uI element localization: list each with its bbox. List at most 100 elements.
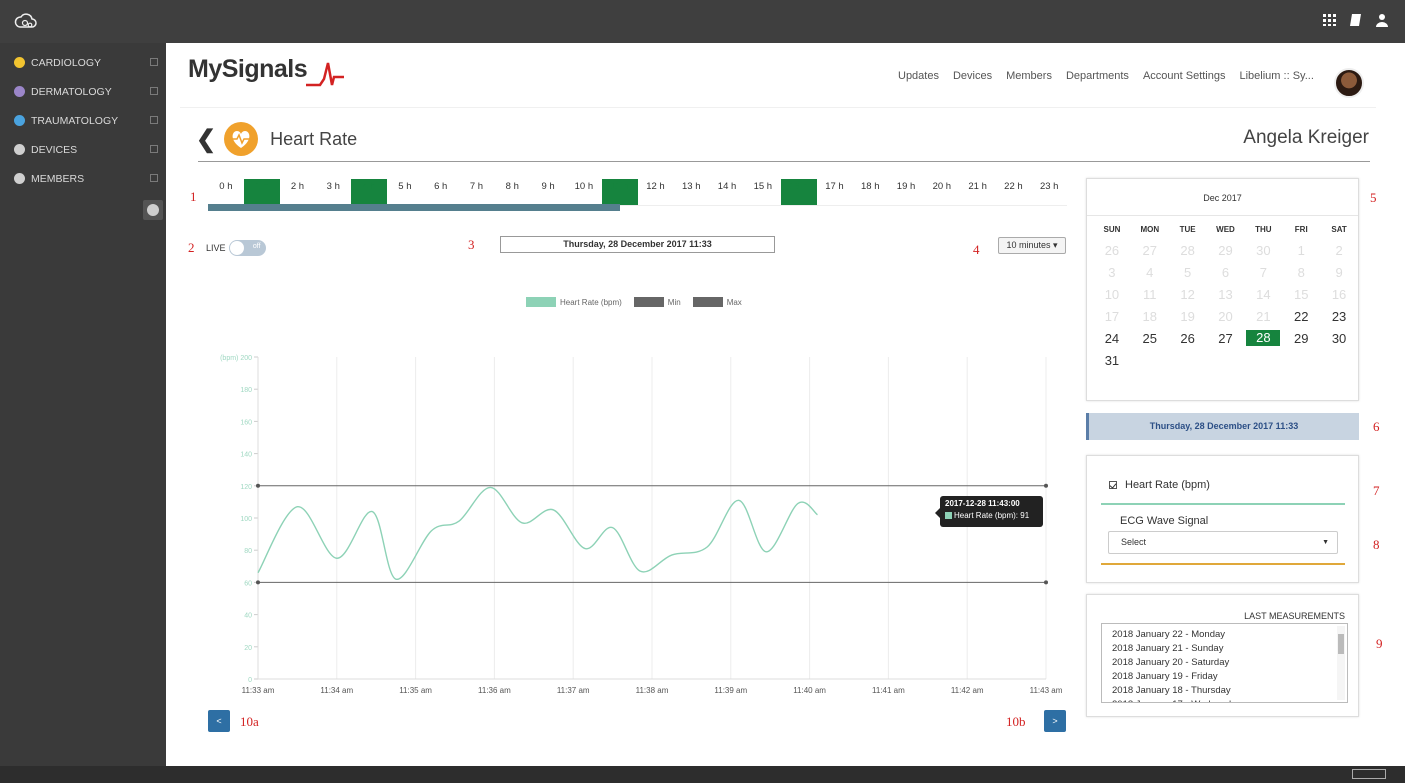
hour-cell[interactable]: 14 h xyxy=(709,179,745,205)
hour-cell[interactable]: 13 h xyxy=(673,179,709,205)
expand-icon[interactable] xyxy=(150,174,158,182)
calendar-day[interactable]: 8 xyxy=(1282,262,1320,284)
nav-link[interactable]: Account Settings xyxy=(1143,70,1226,82)
expand-icon[interactable] xyxy=(150,116,158,124)
datetime-field[interactable]: Thursday, 28 December 2017 11:33 xyxy=(500,236,775,253)
calendar-day[interactable]: 20 xyxy=(1207,306,1245,328)
calendar-day[interactable]: 9 xyxy=(1320,262,1358,284)
heart-rate-checkbox[interactable] xyxy=(1109,481,1117,489)
calendar-day[interactable]: 3 xyxy=(1093,262,1131,284)
expand-icon[interactable] xyxy=(150,58,158,66)
user-icon[interactable] xyxy=(1375,13,1389,27)
hour-cell[interactable]: 3 h xyxy=(315,179,351,205)
calendar-day[interactable]: 26 xyxy=(1169,328,1207,350)
calendar-day[interactable]: 27 xyxy=(1131,240,1169,262)
calendar-day[interactable]: 15 xyxy=(1282,284,1320,306)
expand-icon[interactable] xyxy=(150,87,158,95)
calendar-day[interactable]: 16 xyxy=(1320,284,1358,306)
calendar-day[interactable]: 30 xyxy=(1244,240,1282,262)
hour-cell[interactable]: 9 h xyxy=(530,179,566,205)
hour-cell[interactable]: 6 h xyxy=(423,179,459,205)
list-scrollbar[interactable] xyxy=(1337,626,1345,700)
calendar-day[interactable]: 4 xyxy=(1131,262,1169,284)
hour-cell[interactable]: 17 h xyxy=(817,179,853,205)
calendar-day[interactable]: 28 xyxy=(1169,240,1207,262)
sidebar-item-devices[interactable]: DEVICES xyxy=(0,135,166,164)
nav-link[interactable]: Members xyxy=(1006,70,1052,82)
next-page-button[interactable]: > xyxy=(1044,710,1066,732)
hour-cell[interactable]: 8 h xyxy=(494,179,530,205)
calendar-day[interactable]: 21 xyxy=(1244,306,1282,328)
sidebar-item-members[interactable]: MEMBERS xyxy=(0,164,166,193)
measurement-item[interactable]: 2018 January 19 - Friday xyxy=(1112,670,1347,684)
book-icon[interactable] xyxy=(1349,13,1363,27)
measurement-item[interactable]: 2018 January 21 - Sunday xyxy=(1112,642,1347,656)
calendar-day[interactable]: 2 xyxy=(1320,240,1358,262)
mysignals-logo[interactable]: MySignals xyxy=(188,55,344,87)
calendar-day[interactable]: 26 xyxy=(1093,240,1131,262)
hour-cell[interactable]: 12 h xyxy=(638,179,674,205)
calendar-day[interactable]: 5 xyxy=(1169,262,1207,284)
last-measurements-list[interactable]: 2018 January 22 - Monday 2018 January 21 … xyxy=(1101,623,1348,703)
calendar-day[interactable]: 1 xyxy=(1282,240,1320,262)
calendar-day[interactable]: 30 xyxy=(1320,328,1358,350)
cloud-logo-icon[interactable] xyxy=(14,10,38,32)
hour-cell[interactable]: 19 h xyxy=(888,179,924,205)
sidebar-item-cardiology[interactable]: CARDIOLOGY xyxy=(0,48,166,77)
interval-select[interactable]: 10 minutes ▾ xyxy=(998,237,1066,254)
calendar-day[interactable]: 23 xyxy=(1320,306,1358,328)
avatar[interactable] xyxy=(1334,68,1364,98)
calendar-day[interactable]: 29 xyxy=(1207,240,1245,262)
measurement-item[interactable]: 2018 January 20 - Saturday xyxy=(1112,656,1347,670)
ecg-select[interactable]: Select ▼ xyxy=(1108,531,1338,554)
calendar-day[interactable]: 7 xyxy=(1244,262,1282,284)
expand-icon[interactable] xyxy=(150,145,158,153)
calendar-day-selected[interactable]: 28 xyxy=(1246,330,1281,346)
hour-cell[interactable]: 21 h xyxy=(960,179,996,205)
back-chevron-icon[interactable]: ❮ xyxy=(196,125,216,154)
measurement-item[interactable]: 2018 January 17 - Wednesday xyxy=(1112,698,1347,702)
nav-link[interactable]: Devices xyxy=(953,70,992,82)
calendar-day[interactable]: 6 xyxy=(1207,262,1245,284)
calendar-day[interactable]: 24 xyxy=(1093,328,1131,350)
calendar-day[interactable]: 22 xyxy=(1282,306,1320,328)
hour-cell[interactable]: 4 h xyxy=(351,179,387,205)
heart-rate-option[interactable]: Heart Rate (bpm) xyxy=(1109,479,1210,491)
sidebar-item-traumatology[interactable]: TRAUMATOLOGY xyxy=(0,106,166,135)
hour-cell[interactable]: 11 h xyxy=(601,179,638,205)
sidebar-item-dermatology[interactable]: DERMATOLOGY xyxy=(0,77,166,106)
hour-cell[interactable]: 16 h xyxy=(780,179,817,205)
scrollbar-thumb[interactable] xyxy=(1338,634,1344,654)
calendar-day[interactable]: 17 xyxy=(1093,306,1131,328)
collapse-sidebar-button[interactable] xyxy=(143,200,163,220)
hour-cell[interactable]: 7 h xyxy=(459,179,495,205)
prev-page-button[interactable]: < xyxy=(208,710,230,732)
calendar-day[interactable]: 11 xyxy=(1131,284,1169,306)
calendar-day[interactable]: 25 xyxy=(1131,328,1169,350)
nav-link[interactable]: Updates xyxy=(898,70,939,82)
hour-cell[interactable]: 0 h xyxy=(208,179,244,205)
hour-cell[interactable]: 22 h xyxy=(996,179,1032,205)
calendar-day[interactable]: 27 xyxy=(1207,328,1245,350)
live-toggle[interactable]: off xyxy=(228,240,266,256)
calendar-day[interactable]: 29 xyxy=(1282,328,1320,350)
apps-grid-icon[interactable] xyxy=(1323,13,1337,27)
calendar-day[interactable]: 13 xyxy=(1207,284,1245,306)
hour-cell[interactable]: 2 h xyxy=(280,179,316,205)
hour-cell[interactable]: 20 h xyxy=(924,179,960,205)
calendar-day[interactable]: 31 xyxy=(1093,350,1131,372)
hour-cell[interactable]: 10 h xyxy=(566,179,602,205)
calendar-day[interactable]: 18 xyxy=(1131,306,1169,328)
hour-cell[interactable]: 5 h xyxy=(387,179,423,205)
calendar-day[interactable]: 14 xyxy=(1244,284,1282,306)
calendar-day[interactable]: 10 xyxy=(1093,284,1131,306)
measurement-item[interactable]: 2018 January 18 - Thursday xyxy=(1112,684,1347,698)
bottom-button[interactable] xyxy=(1352,769,1386,779)
nav-link[interactable]: Departments xyxy=(1066,70,1129,82)
measurement-item[interactable]: 2018 January 22 - Monday xyxy=(1112,628,1347,642)
nav-link[interactable]: Libelium :: Sy... xyxy=(1240,70,1314,82)
hour-cell[interactable]: 18 h xyxy=(852,179,888,205)
hour-cell[interactable]: 15 h xyxy=(745,179,781,205)
hour-cell[interactable]: 1 h xyxy=(243,179,280,205)
calendar-day[interactable]: 19 xyxy=(1169,306,1207,328)
